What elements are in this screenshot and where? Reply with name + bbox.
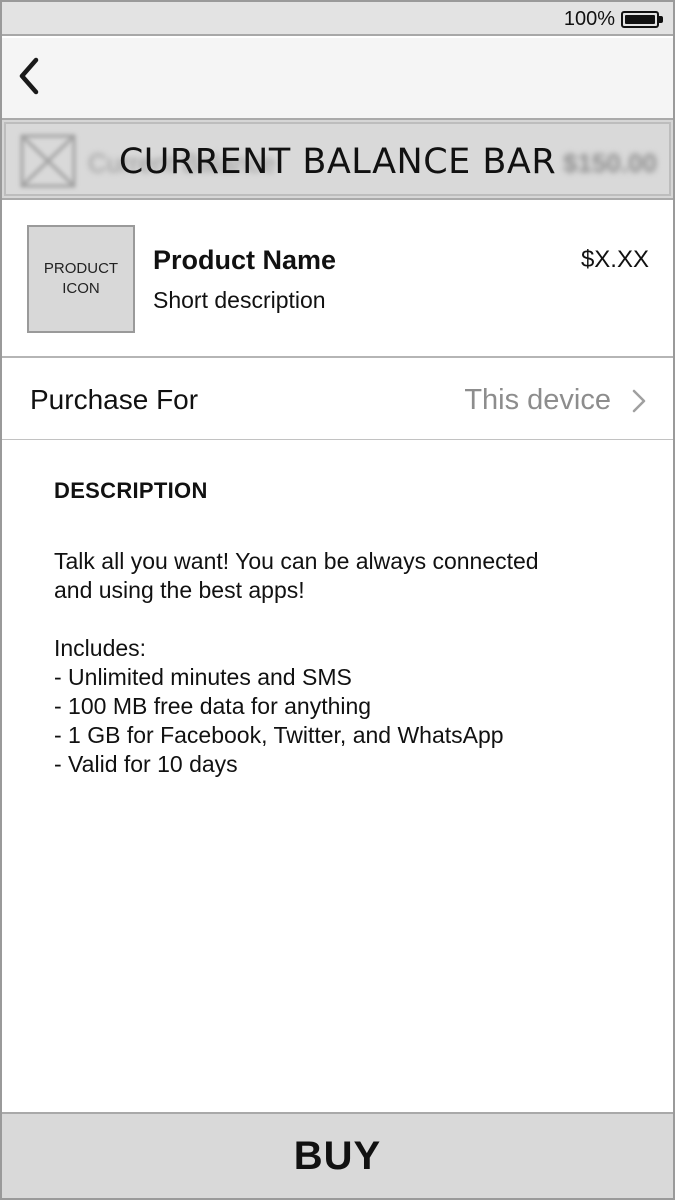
balance-bar-title: CURRENT BALANCE BAR — [118, 142, 557, 182]
product-description: DESCRIPTION Talk all you want! You can b… — [54, 478, 634, 779]
includes-item: - 1 GB for Facebook, Twitter, and WhatsA… — [54, 722, 504, 748]
navigation-bar — [2, 38, 673, 118]
product-icon-label-line1: PRODUCT — [43, 260, 119, 277]
purchase-for-value: This device — [464, 384, 611, 416]
purchase-for-row[interactable]: Purchase For This device — [2, 360, 673, 440]
product-summary: PRODUCT ICON Product Name Short descript… — [2, 200, 673, 358]
description-heading: DESCRIPTION — [54, 478, 208, 503]
buy-button[interactable]: BUY — [2, 1112, 673, 1198]
status-bar: 100% — [2, 2, 673, 36]
battery-icon — [621, 11, 659, 28]
chevron-right-icon — [632, 389, 646, 413]
product-price: $X.XX — [580, 246, 649, 273]
product-icon: PRODUCT ICON — [27, 225, 135, 333]
app-screen: 100% Current Balance $150.00 CURRENT BAL… — [0, 0, 675, 1200]
includes-item: - Valid for 10 days — [54, 751, 238, 777]
back-button[interactable] — [14, 56, 46, 96]
battery-cap — [659, 16, 663, 23]
purchase-for-label: Purchase For — [30, 384, 199, 415]
description-intro-line: Talk all you want! You can be always con… — [54, 548, 539, 574]
includes-item: - Unlimited minutes and SMS — [54, 664, 352, 690]
product-name: Product Name — [153, 245, 337, 275]
product-short-description: Short description — [153, 287, 326, 313]
buy-button-label: BUY — [293, 1133, 382, 1178]
includes-label: Includes: — [54, 635, 147, 661]
battery-percent: 100% — [563, 8, 615, 30]
current-balance-bar: Current Balance $150.00 CURRENT BALANCE … — [2, 118, 673, 200]
includes-item: - 100 MB free data for anything — [54, 693, 372, 719]
description-body: Talk all you want! You can be always con… — [54, 547, 634, 779]
product-icon-label-line2: ICON — [62, 280, 100, 297]
balance-bar-inner: Current Balance $150.00 CURRENT BALANCE … — [4, 122, 671, 196]
description-intro-line: and using the best apps! — [54, 577, 305, 603]
chevron-left-icon — [19, 57, 39, 95]
